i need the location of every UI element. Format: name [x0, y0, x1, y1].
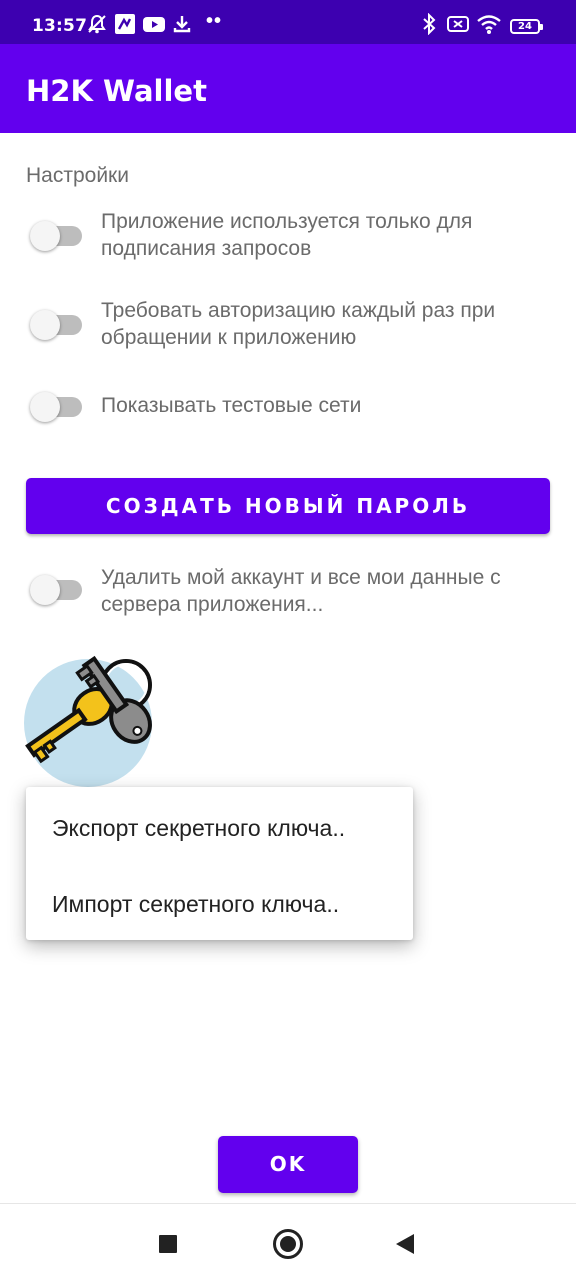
notifications-off-icon: [86, 13, 108, 35]
sign-only-switch[interactable]: [30, 220, 84, 251]
navigation-bar: [0, 1203, 576, 1280]
status-overflow-dots: ••: [206, 10, 223, 32]
battery-icon: 24: [510, 19, 543, 34]
bluetooth-icon: [420, 13, 438, 35]
delete-account-switch[interactable]: [30, 574, 84, 605]
setting-label: Показывать тестовые сети: [101, 394, 362, 417]
app-title: H2K Wallet: [26, 74, 207, 108]
import-key-menu-item[interactable]: Импорт секретного ключа..: [26, 869, 413, 939]
setting-label: Требовать авторизацию каждый раз при обр…: [101, 299, 496, 349]
recents-icon[interactable]: [159, 1235, 177, 1253]
status-bar: 13:57 •• 24: [0, 0, 576, 44]
keys-icon[interactable]: [24, 655, 156, 790]
home-icon[interactable]: [273, 1229, 303, 1259]
setting-label: Удалить мой аккаунт и все мои данные с с…: [101, 566, 501, 616]
ok-button[interactable]: OK: [218, 1136, 358, 1193]
app-bar: H2K Wallet: [0, 44, 576, 133]
settings-title: Настройки: [26, 164, 129, 187]
test-networks-switch[interactable]: [30, 391, 84, 422]
status-time: 13:57: [32, 16, 88, 36]
export-key-menu-item[interactable]: Экспорт секретного ключа..: [26, 793, 413, 863]
wifi-icon: [476, 13, 502, 35]
youtube-icon: [142, 13, 166, 35]
sim-icon: [446, 13, 470, 35]
app-icon: [114, 13, 136, 35]
create-password-button[interactable]: СОЗДАТЬ НОВЫЙ ПАРОЛЬ: [26, 478, 550, 534]
download-icon: [172, 13, 192, 35]
setting-label: Приложение используется только для подпи…: [101, 210, 473, 260]
popup-menu: Экспорт секретного ключа.. Импорт секрет…: [26, 787, 413, 940]
back-icon[interactable]: [396, 1234, 414, 1254]
require-auth-switch[interactable]: [30, 309, 84, 340]
